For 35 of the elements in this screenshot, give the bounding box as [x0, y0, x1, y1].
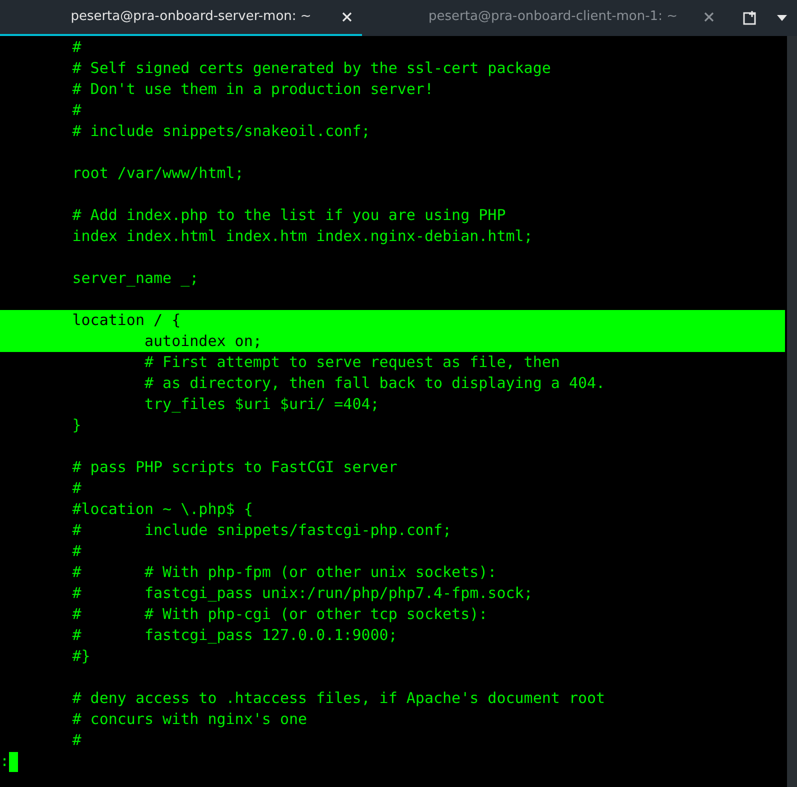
code-line: #location ~ \.php$ {: [71, 500, 253, 518]
code-line: # First attempt to serve request as file, then: [143, 353, 560, 371]
code-line: #: [71, 479, 82, 497]
terminal-tab[interactable]: peserta@pra-onboard-server-mon: ~: [0, 0, 362, 36]
code-line: try_files $uri $uri/ =404;: [143, 395, 380, 413]
code-line: # include snippets/fastcgi-php.conf;: [71, 521, 452, 539]
code-line: # deny access to .htaccess files, if Apache's document root: [71, 689, 606, 707]
code-line: # Self signed certs generated by the ssl-cert package: [71, 59, 551, 77]
code-line: # fastcgi_pass 127.0.0.1:9000;: [71, 626, 398, 644]
code-line: location / {: [71, 311, 181, 329]
code-line: # Don't use them in a production server!: [71, 80, 434, 98]
code-line: root /var/www/html;: [71, 164, 244, 182]
code-line: # # With php-fpm (or other unix sockets):: [71, 563, 497, 581]
scrollbar[interactable]: [787, 36, 797, 787]
code-line: # fastcgi_pass unix:/run/php/php7.4-fpm.sock;: [71, 584, 533, 602]
new-tab-icon[interactable]: [743, 10, 759, 26]
code-line: #}: [71, 647, 90, 665]
code-line: #: [71, 101, 82, 119]
code-line: #: [71, 731, 82, 749]
code-line: # concurs with nginx's one: [71, 710, 308, 728]
code-line: # include snippets/snakeoil.conf;: [71, 122, 370, 140]
code-line: }: [71, 416, 82, 434]
dropdown-caret-icon[interactable]: [777, 15, 787, 21]
code-line: # as directory, then fall back to displaying a 404.: [143, 374, 606, 392]
code-line: # # With php-cgi (or other tcp sockets):: [71, 605, 488, 623]
code-line: server_name _;: [71, 269, 199, 287]
cursor: [9, 752, 18, 772]
code-line: #: [71, 542, 82, 560]
code-line: index index.html index.htm index.nginx-debian.html;: [71, 227, 533, 245]
code-line: # Add index.php to the list if you are using PHP: [71, 206, 506, 224]
code-line: #: [71, 38, 82, 56]
command-prompt: :: [0, 751, 10, 772]
terminal-tab[interactable]: peserta@pra-onboard-client-mon-1: ~: [362, 0, 724, 36]
code-line: # pass PHP scripts to FastCGI server: [71, 458, 398, 476]
code-line: autoindex on;: [143, 332, 262, 350]
